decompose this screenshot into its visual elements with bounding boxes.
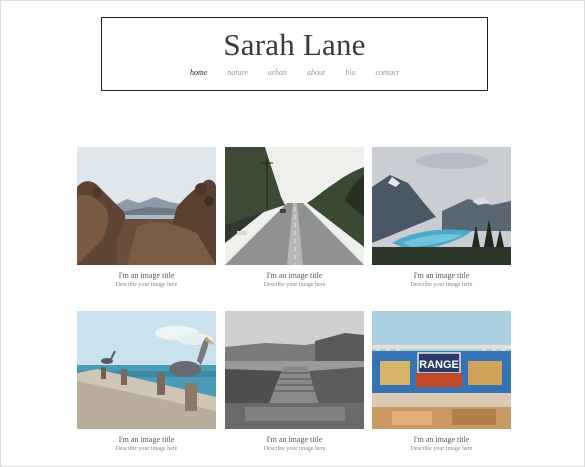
- gallery-item: I'm an image title Describe your image h…: [225, 147, 364, 290]
- pelicans-pier-photo[interactable]: [77, 311, 216, 429]
- image-description: Describe your image here: [115, 282, 178, 288]
- image-description: Describe your image here: [263, 282, 326, 288]
- nav-item-bio[interactable]: bio: [345, 68, 355, 77]
- site-header: Sarah Lane home nature urban about bio contac…: [101, 17, 488, 91]
- image-description: Describe your image here: [410, 282, 473, 288]
- range-sign-text: RANGE: [419, 359, 459, 371]
- main-nav: home nature urban about bio contact: [102, 68, 487, 77]
- nav-item-about[interactable]: about: [307, 68, 325, 77]
- nav-item-contact[interactable]: contact: [375, 68, 399, 77]
- image-title[interactable]: I'm an image title: [77, 435, 216, 445]
- gallery-item: RANGE I'm an image title Describe your i…: [372, 311, 511, 454]
- image-title[interactable]: I'm an image title: [77, 271, 216, 281]
- hills-foliage-photo[interactable]: [77, 147, 216, 265]
- image-description: Describe your image here: [115, 446, 178, 452]
- nav-item-nature[interactable]: nature: [227, 68, 248, 77]
- image-title[interactable]: I'm an image title: [372, 271, 511, 281]
- nav-item-home[interactable]: home: [190, 68, 207, 77]
- gallery-item: I'm an image title Describe your image h…: [77, 311, 216, 454]
- gallery-item: I'm an image title Describe your image h…: [225, 311, 364, 454]
- image-title[interactable]: I'm an image title: [225, 271, 364, 281]
- image-description: Describe your image here: [263, 446, 326, 452]
- boardwalk-field-photo[interactable]: [225, 311, 364, 429]
- mountain-lake-photo[interactable]: [372, 147, 511, 265]
- image-description: Describe your image here: [410, 446, 473, 452]
- image-title[interactable]: I'm an image title: [372, 435, 511, 445]
- gallery-item: I'm an image title Describe your image h…: [77, 147, 216, 290]
- tree-lined-road-photo[interactable]: [225, 147, 364, 265]
- nav-item-urban[interactable]: urban: [268, 68, 287, 77]
- site-title[interactable]: Sarah Lane: [102, 27, 487, 63]
- gallery-item: I'm an image title Describe your image h…: [372, 147, 511, 290]
- range-sign-stall-photo[interactable]: RANGE: [372, 311, 511, 429]
- image-title[interactable]: I'm an image title: [225, 435, 364, 445]
